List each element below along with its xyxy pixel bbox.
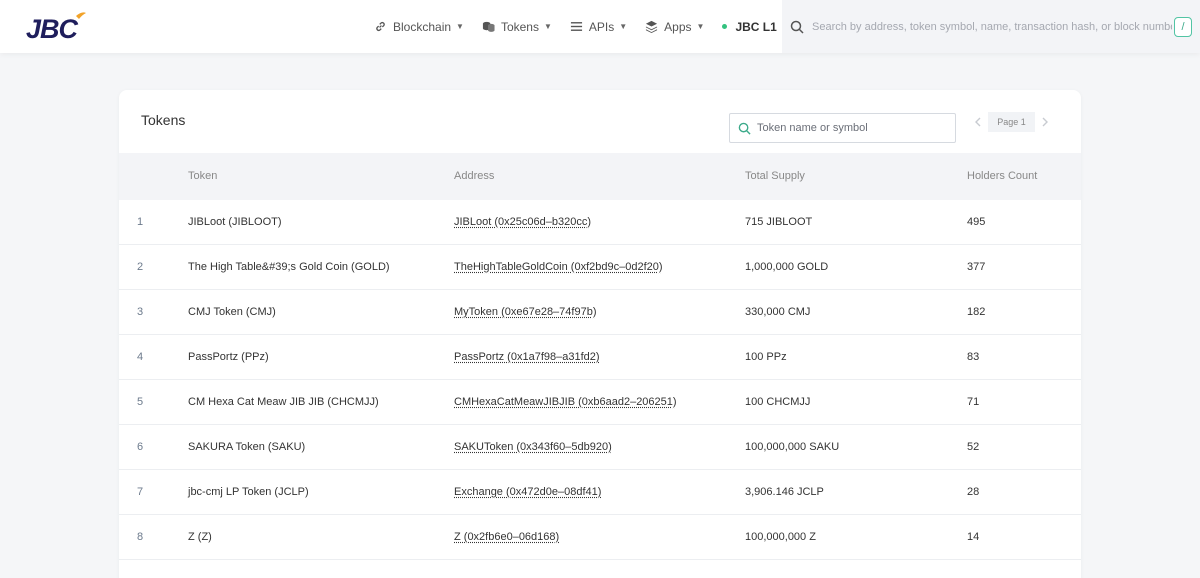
nav-tokens-label: Tokens — [501, 20, 539, 34]
total-supply: 715 JIBLOOT — [745, 216, 812, 228]
nav-blockchain-label: Blockchain — [393, 20, 451, 34]
nav-apps-label: Apps — [664, 20, 691, 34]
search-input[interactable] — [812, 21, 1172, 33]
svg-text:JBC: JBC — [26, 14, 79, 44]
table-row: 5 CM Hexa Cat Meaw JIB JIB (CHCMJJ) CMHe… — [119, 380, 1081, 425]
table-row: 2 The High Table&#39;s Gold Coin (GOLD) … — [119, 245, 1081, 290]
jbc-logo[interactable]: JBC — [25, 9, 87, 45]
token-address-link[interactable]: PassPortz (0x1a7f98–a31fd2) — [454, 351, 600, 363]
tokens-card: Tokens Page 1 Token Address Total Supply… — [119, 90, 1081, 578]
pagination: Page 1 — [968, 112, 1055, 132]
page-title: Tokens — [141, 112, 185, 128]
token-address-link[interactable]: Z (0x2fb6e0–06d168) — [454, 531, 559, 543]
token-address-link[interactable]: MyToken (0xe67e28–74f97b) — [454, 306, 596, 318]
holders-count: 182 — [967, 306, 985, 318]
row-index: 7 — [137, 486, 143, 498]
table-row: 8 Z (Z) Z (0x2fb6e0–06d168) 100,000,000 … — [119, 515, 1081, 560]
table-row: 6 SAKURA Token (SAKU) SAKUToken (0x343f6… — [119, 425, 1081, 470]
prev-page-button[interactable] — [968, 112, 988, 132]
chevron-down-icon: ▼ — [544, 22, 552, 31]
chevron-down-icon: ▼ — [456, 22, 464, 31]
nav-apis-label: APIs — [589, 20, 614, 34]
main-nav: Blockchain ▼ Tokens ▼ APIs ▼ Apps ▼ JBC … — [374, 0, 817, 53]
row-index: 2 — [137, 261, 143, 273]
chevron-down-icon: ▼ — [697, 22, 705, 31]
list-icon — [570, 20, 583, 33]
total-supply: 1,000,000 GOLD — [745, 261, 828, 273]
nav-blockchain[interactable]: Blockchain ▼ — [374, 20, 464, 34]
table-row: 1 JIBLoot (JIBLOOT) JIBLoot (0x25c06d–b3… — [119, 200, 1081, 245]
token-name: SAKURA Token (SAKU) — [188, 441, 305, 453]
holders-count: 83 — [967, 351, 979, 363]
holders-count: 495 — [967, 216, 985, 228]
nav-apps[interactable]: Apps ▼ — [645, 20, 704, 34]
row-index: 1 — [137, 216, 143, 228]
table-row: 3 CMJ Token (CMJ) MyToken (0xe67e28–74f9… — [119, 290, 1081, 335]
row-index: 3 — [137, 306, 143, 318]
search-shortcut-key: / — [1174, 17, 1192, 37]
row-index: 5 — [137, 396, 143, 408]
page-indicator: Page 1 — [988, 112, 1035, 132]
holders-count: 71 — [967, 396, 979, 408]
column-header-total-supply: Total Supply — [745, 170, 805, 182]
column-header-address: Address — [454, 170, 494, 182]
holders-count: 377 — [967, 261, 985, 273]
token-filter — [729, 113, 956, 143]
network-label: JBC L1 — [735, 20, 776, 34]
column-header-holders-count: Holders Count — [967, 170, 1037, 182]
total-supply: 3,906.146 JCLP — [745, 486, 824, 498]
row-index: 4 — [137, 351, 143, 363]
token-address-link[interactable]: CMHexaCatMeawJIBJIB (0xb6aad2–206251) — [454, 396, 677, 408]
table-header: Token Address Total Supply Holders Count — [119, 153, 1081, 200]
token-name: CM Hexa Cat Meaw JIB JIB (CHCMJJ) — [188, 396, 379, 408]
total-supply: 100,000,000 SAKU — [745, 441, 839, 453]
total-supply: 100 PPz — [745, 351, 787, 363]
link-icon — [374, 20, 387, 33]
token-name: PassPortz (PPz) — [188, 351, 269, 363]
search-icon — [790, 20, 804, 34]
nav-tokens[interactable]: Tokens ▼ — [482, 20, 552, 34]
table-row: 4 PassPortz (PPz) PassPortz (0x1a7f98–a3… — [119, 335, 1081, 380]
coins-icon — [482, 20, 495, 33]
chevron-down-icon: ▼ — [619, 22, 627, 31]
table-row: 7 jbc-cmj LP Token (JCLP) Exchange (0x47… — [119, 470, 1081, 515]
layers-icon — [645, 20, 658, 33]
row-index: 8 — [137, 531, 143, 543]
holders-count: 14 — [967, 531, 979, 543]
search-icon — [738, 122, 751, 135]
token-address-link[interactable]: Exchange (0x472d0e–08df41) — [454, 486, 601, 498]
token-address-link[interactable]: SAKUToken (0x343f60–5db920) — [454, 441, 612, 453]
top-navbar: JBC Blockchain ▼ Tokens ▼ APIs ▼ Apps ▼ … — [0, 0, 1200, 53]
token-name: jbc-cmj LP Token (JCLP) — [188, 486, 309, 498]
token-name: JIBLoot (JIBLOOT) — [188, 216, 282, 228]
holders-count: 52 — [967, 441, 979, 453]
token-address-link[interactable]: TheHighTableGoldCoin (0xf2bd9c–0d2f20) — [454, 261, 663, 273]
token-address-link[interactable]: JIBLoot (0x25c06d–b320cc) — [454, 216, 591, 228]
network-status-dot — [722, 24, 727, 29]
row-index: 6 — [137, 441, 143, 453]
token-name: The High Table&#39;s Gold Coin (GOLD) — [188, 261, 390, 273]
total-supply: 330,000 CMJ — [745, 306, 810, 318]
holders-count: 28 — [967, 486, 979, 498]
nav-apis[interactable]: APIs ▼ — [570, 20, 627, 34]
next-page-button[interactable] — [1035, 112, 1055, 132]
token-name: CMJ Token (CMJ) — [188, 306, 276, 318]
global-search: / — [782, 0, 1200, 53]
token-filter-input[interactable] — [757, 122, 947, 134]
token-name: Z (Z) — [188, 531, 212, 543]
column-header-token: Token — [188, 170, 217, 182]
total-supply: 100,000,000 Z — [745, 531, 816, 543]
total-supply: 100 CHCMJJ — [745, 396, 810, 408]
network-selector[interactable]: JBC L1 — [722, 20, 776, 34]
